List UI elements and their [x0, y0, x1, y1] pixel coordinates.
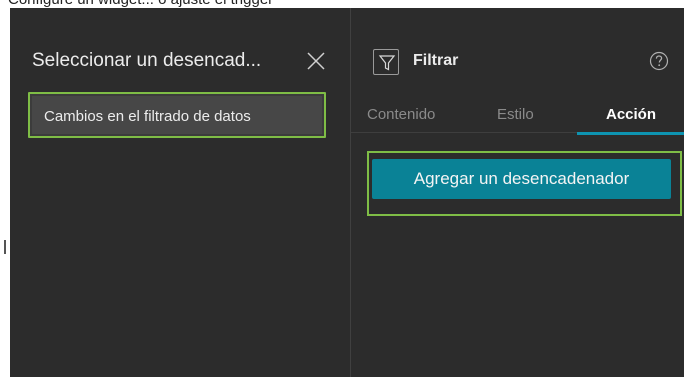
tab-content[interactable]: Contenido — [367, 106, 435, 123]
trigger-select-title: Seleccionar un desencad... — [32, 50, 262, 71]
add-trigger-button[interactable]: Agregar un desencadenador — [372, 159, 671, 199]
cursor-mark — [4, 240, 6, 254]
filter-icon — [373, 49, 399, 75]
panel-title: Filtrar — [413, 52, 459, 69]
tab-style[interactable]: Estilo — [497, 106, 534, 123]
trigger-select-header: Seleccionar un desencad... — [10, 8, 350, 80]
app-window: Seleccionar un desencad... Cambios en el… — [10, 8, 684, 377]
trigger-option-data-filter-change[interactable]: Cambios en el filtrado de datos — [28, 92, 326, 138]
trigger-option-label: Cambios en el filtrado de datos — [44, 108, 251, 125]
help-icon[interactable] — [649, 51, 669, 71]
close-icon[interactable] — [306, 51, 326, 71]
tab-action[interactable]: Acción — [606, 106, 656, 123]
left-edge-background — [0, 8, 10, 377]
settings-tabs: Contenido Estilo Acción — [351, 96, 684, 133]
top-strip-text: Configure un widget... o ajuste el trigg… — [8, 0, 273, 8]
trigger-select-panel: Seleccionar un desencad... Cambios en el… — [10, 8, 351, 377]
top-text-strip: Configure un widget... o ajuste el trigg… — [0, 0, 684, 8]
active-tab-indicator — [577, 132, 684, 135]
widget-settings-panel: Filtrar Contenido Estilo Acción Agregar … — [351, 8, 684, 377]
